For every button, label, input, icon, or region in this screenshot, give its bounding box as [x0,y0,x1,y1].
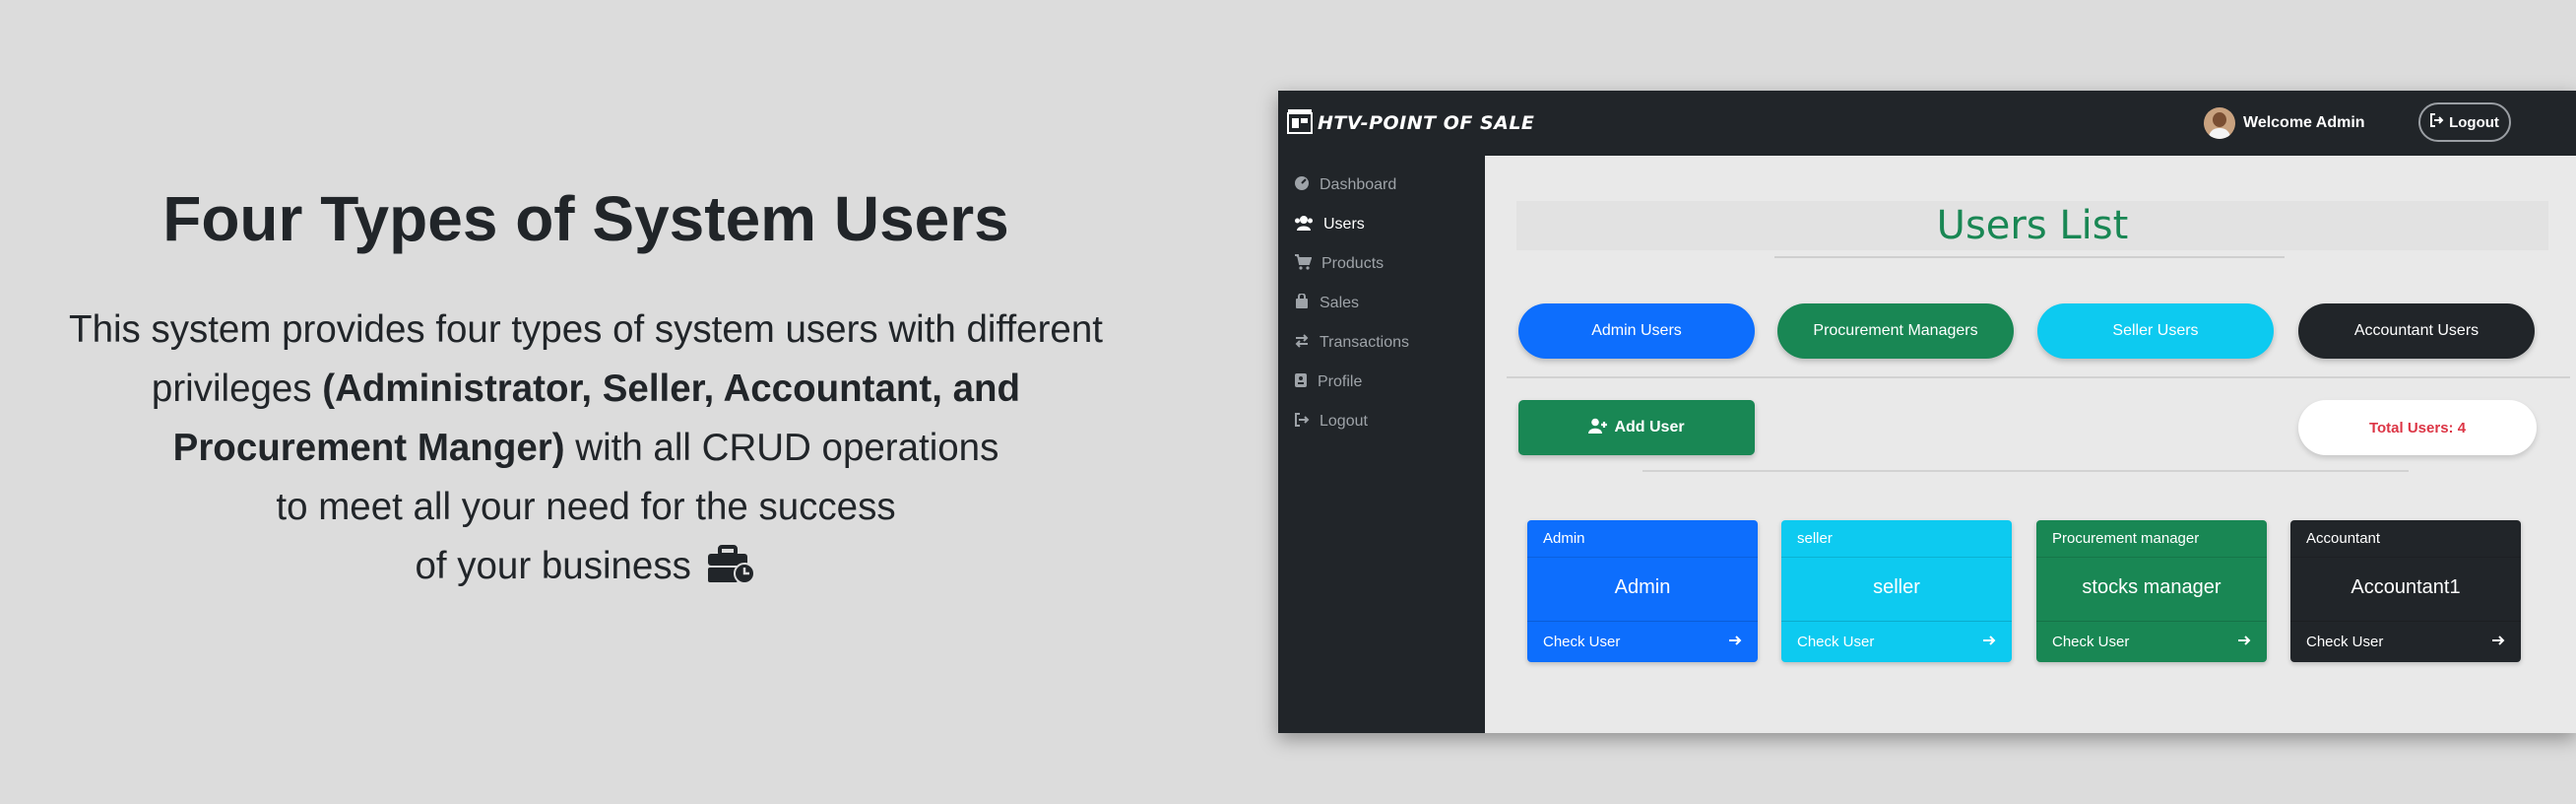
sidebar-item-label: Profile [1318,373,1363,390]
logout-label: Logout [2449,113,2499,131]
promo-line-3-bold: Procurement Manger) [172,427,565,469]
brand-name: HTV-POINT OF SALE [1318,112,1535,134]
check-user-link[interactable]: Check User [2290,621,2521,662]
top-navbar: HTV-POINT OF SALE Welcome Admin Logout [1278,91,2576,156]
card-user-name: stocks manager [2082,576,2222,598]
user-plus-icon [1588,418,1608,438]
app-window: HTV-POINT OF SALE Welcome Admin Logout D… [1278,91,2576,733]
users-icon [1294,215,1314,235]
promo-line-4: to meet all your need for the success [276,486,896,528]
user-card-procurement-manager: Procurement manager stocks manager Check… [2036,520,2267,662]
user-menu[interactable]: Welcome Admin [2204,107,2365,139]
seller-users-filter-button[interactable]: Seller Users [2037,303,2274,359]
arrow-right-icon [2237,634,2251,662]
arrow-right-icon [2491,634,2505,662]
accountant-users-filter-button[interactable]: Accountant Users [2298,303,2535,359]
sidebar-item-label: Users [1323,216,1365,233]
sidebar-item-logout[interactable]: Logout [1294,410,1368,434]
page-title-box: Users List [1516,201,2548,250]
card-role: Accountant [2290,520,2521,558]
user-card-accountant: Accountant Accountant1 Check User [2290,520,2521,662]
sidebar-item-label: Products [1321,255,1385,272]
welcome-text: Welcome Admin [2243,114,2365,131]
avatar [2204,107,2235,139]
pos-logo-icon [1286,107,1314,140]
card-user-name: seller [1873,576,1920,598]
promo-line-3: with all CRUD operations [564,427,999,469]
promo-line-5: of your business [415,545,691,587]
card-user-name: Admin [1614,576,1671,598]
user-card-seller: seller seller Check User [1781,520,2012,662]
check-user-label: Check User [1797,634,1875,650]
main-content: Users List Admin Users Procurement Manag… [1485,156,2576,733]
sidebar-item-products[interactable]: Products [1294,252,1384,276]
dashboard-icon [1294,175,1310,196]
page-title: Users List [1936,203,2129,248]
sign-out-icon [2430,113,2444,131]
promo-title: Four Types of System Users [162,183,1009,254]
id-card-icon [1294,372,1308,393]
title-divider [1774,256,2285,258]
card-role: seller [1781,520,2012,558]
logout-button[interactable]: Logout [2418,102,2511,142]
add-user-button[interactable]: Add User [1518,400,1755,455]
bag-icon [1294,292,1310,314]
total-users-badge: Total Users: 4 [2298,400,2537,455]
sidebar-item-profile[interactable]: Profile [1294,370,1362,394]
sidebar-item-label: Logout [1320,413,1368,430]
promo-line-2-bold: (Administrator, Seller, Accountant, and [322,368,1021,410]
card-user-name: Accountant1 [2351,576,2461,598]
sidebar-item-users[interactable]: Users [1294,213,1365,236]
check-user-link[interactable]: Check User [2036,621,2267,662]
cart-icon [1294,253,1313,275]
check-user-label: Check User [2052,634,2130,650]
admin-users-filter-button[interactable]: Admin Users [1518,303,1755,359]
divider [1642,470,2409,472]
promo-line-1: This system provides four types of syste… [69,308,1103,351]
check-user-label: Check User [2306,634,2384,650]
sidebar-item-label: Sales [1320,295,1360,311]
add-user-label: Add User [1614,419,1685,436]
card-role: Admin [1527,520,1758,558]
divider [1507,376,2570,378]
sidebar-item-label: Dashboard [1320,176,1397,193]
brand[interactable]: HTV-POINT OF SALE [1286,108,1534,138]
user-card-admin: Admin Admin Check User [1527,520,1758,662]
sidebar-item-label: Transactions [1320,334,1409,351]
sidebar-item-dashboard[interactable]: Dashboard [1294,173,1396,197]
logout-icon [1294,412,1310,433]
sidebar-item-sales[interactable]: Sales [1294,292,1359,315]
arrow-right-icon [1728,634,1742,662]
business-time-icon [706,543,757,602]
sidebar-item-transactions[interactable]: Transactions [1294,331,1409,355]
check-user-link[interactable]: Check User [1527,621,1758,662]
sidebar: Dashboard Users Products Sales Transacti… [1278,156,1485,733]
arrow-right-icon [1982,634,1996,662]
procurement-managers-filter-button[interactable]: Procurement Managers [1777,303,2014,359]
promo-section: Four Types of System Users This system p… [20,182,1152,602]
check-user-link[interactable]: Check User [1781,621,2012,662]
card-role: Procurement manager [2036,520,2267,558]
promo-description: This system provides four types of syste… [20,301,1152,602]
promo-line-2: privileges [151,368,323,410]
check-user-label: Check User [1543,634,1621,650]
exchange-icon [1294,333,1310,354]
